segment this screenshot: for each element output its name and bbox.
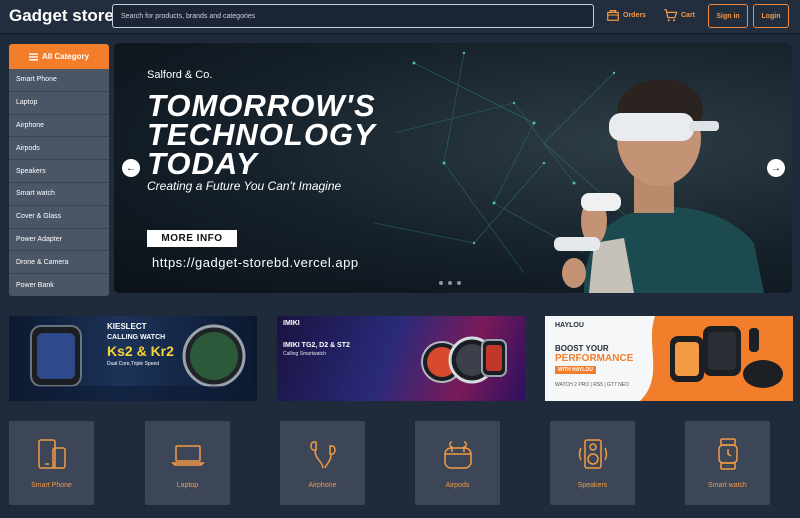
- all-category-header[interactable]: All Category: [9, 44, 109, 69]
- top-navbar: Gadget store Search for products, brands…: [0, 0, 800, 34]
- promo-line4: WATCH 2 PRO | RS5 | GT7 NEO: [555, 382, 629, 388]
- category-tile-airpods[interactable]: Airpods: [415, 421, 500, 505]
- hero-title-line3: TODAY: [147, 146, 258, 181]
- site-logo[interactable]: Gadget store: [9, 6, 114, 26]
- carousel-dot[interactable]: [457, 281, 461, 285]
- category-tile-smart-phone[interactable]: Smart Phone: [9, 421, 94, 505]
- sidebar-item-airphone[interactable]: Airphone: [9, 115, 109, 138]
- smartwatch-product-image: [421, 336, 507, 384]
- login-button[interactable]: Login: [753, 4, 789, 28]
- sidebar-item-smart-phone[interactable]: Smart Phone: [9, 69, 109, 92]
- promo-line1: CALLING WATCH: [107, 334, 166, 341]
- category-tile-speakers[interactable]: Speakers: [550, 421, 635, 505]
- category-tile-airphone[interactable]: Airphone: [280, 421, 365, 505]
- sidebar-item-cover-glass[interactable]: Cover & Glass: [9, 206, 109, 229]
- menu-icon: [28, 52, 38, 61]
- smartphone-icon: [37, 439, 66, 469]
- promo-brand: IMIKI: [283, 320, 300, 327]
- category-label: Smart Phone: [31, 482, 72, 489]
- speaker-icon: [578, 439, 607, 469]
- carousel-dot[interactable]: [448, 281, 452, 285]
- orders-label: Orders: [623, 11, 646, 19]
- more-info-button[interactable]: MORE INFO: [147, 230, 237, 247]
- promo-line2: Ks2 & Kr2: [107, 343, 174, 359]
- hero-title-line1: TOMORROW'S: [147, 88, 376, 123]
- hero-brand: Salford & Co.: [147, 69, 213, 81]
- sidebar-item-power-bank[interactable]: Power Bank: [9, 274, 109, 296]
- sidebar-item-drone-camera[interactable]: Drone & Camera: [9, 251, 109, 275]
- sidebar-item-laptop[interactable]: Laptop: [9, 92, 109, 115]
- carousel-dot[interactable]: [439, 281, 443, 285]
- promo-banner-haylou[interactable]: HAYLOU BOOST YOUR PERFORMANCE WITH HAYLO…: [545, 316, 793, 401]
- category-tile-laptop[interactable]: Laptop: [145, 421, 230, 505]
- promo-banner-imiki[interactable]: IMIKI IMIKI TG2, D2 & ST2 Calling Smartw…: [277, 316, 525, 401]
- sidebar-item-airpods[interactable]: Airpods: [9, 137, 109, 161]
- carousel-prev-button[interactable]: ←: [122, 159, 140, 177]
- cart-link[interactable]: Cart: [663, 8, 695, 22]
- promo-line1: IMIKI TG2, D2 & ST2: [283, 342, 350, 349]
- all-category-label: All Category: [41, 52, 90, 61]
- promo-line1: BOOST YOUR: [555, 344, 609, 353]
- sidebar-item-smart-watch[interactable]: Smart watch: [9, 183, 109, 206]
- chevron-right-icon: →: [771, 162, 781, 174]
- search-placeholder: Search for products, brands and categori…: [121, 12, 256, 20]
- promo-line3: Dual Core,Triple Speed: [107, 361, 160, 367]
- laptop-icon: [170, 445, 205, 466]
- cart-icon: [664, 9, 678, 22]
- promo-brand: KIESLECT: [107, 322, 147, 331]
- orders-icon: [607, 10, 619, 21]
- category-label: Laptop: [176, 482, 199, 489]
- smartwatch-icon: [717, 438, 738, 470]
- category-label: Airphone: [308, 482, 337, 489]
- carousel-next-button[interactable]: →: [767, 159, 785, 177]
- earphone-icon: [309, 441, 336, 469]
- category-label: Smart watch: [708, 482, 747, 489]
- hero-subtitle: Creating a Future You Can't Imagine: [147, 179, 342, 193]
- sidebar-item-speakers[interactable]: Speakers: [9, 160, 109, 183]
- promo-line3: WITH HAYLOU: [555, 366, 596, 374]
- hero-title-line2: TECHNOLOGY: [147, 117, 376, 152]
- hero-title: TOMORROW'S TECHNOLOGY TODAY: [147, 88, 497, 181]
- hero-url: https://gadget-storebd.vercel.app: [152, 255, 359, 270]
- category-label: Airpods: [445, 482, 470, 489]
- hero-carousel[interactable]: Salford & Co. TOMORROW'S TECHNOLOGY TODA…: [114, 43, 792, 293]
- signin-button[interactable]: Sign in: [708, 4, 748, 28]
- promo-brand: HAYLOU: [555, 322, 584, 329]
- chevron-left-icon: ←: [126, 162, 136, 174]
- carousel-indicators: [439, 281, 461, 285]
- airpods-icon: [443, 441, 472, 469]
- promo-line2: PERFORMANCE: [555, 353, 634, 364]
- category-label: Speakers: [577, 482, 608, 489]
- orders-link[interactable]: Orders: [606, 8, 646, 22]
- cart-label: Cart: [681, 11, 696, 19]
- search-input[interactable]: Search for products, brands and categori…: [112, 4, 594, 28]
- promo-banner-kieslect[interactable]: KIESLECT CALLING WATCH Ks2 & Kr2 Dual Co…: [9, 316, 257, 401]
- promo-line2: Calling Smartwatch: [283, 351, 327, 357]
- category-sidebar: All Category Smart Phone Laptop Airphone…: [9, 44, 109, 296]
- sidebar-item-power-adapter[interactable]: Power Adapter: [9, 229, 109, 252]
- category-tile-smart-watch[interactable]: Smart watch: [685, 421, 770, 505]
